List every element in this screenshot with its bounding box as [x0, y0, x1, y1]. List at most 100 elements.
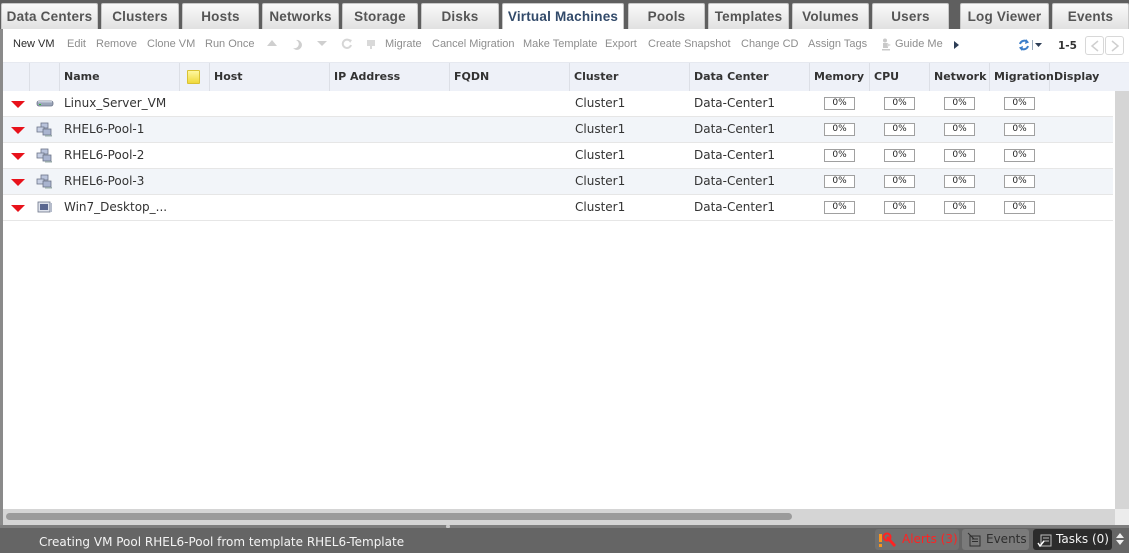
table-row[interactable]: Linux_Server_VM Cluster1 Data-Center1 0%…: [3, 91, 1113, 117]
col-fqdn[interactable]: FQDN: [450, 63, 570, 91]
status-down-icon: [11, 205, 25, 212]
tab-volumes[interactable]: Volumes: [792, 3, 869, 29]
tab-events[interactable]: Events: [1052, 3, 1129, 29]
horizontal-scroll-thumb[interactable]: [6, 513, 792, 520]
vm-data-center: Data-Center1: [694, 148, 776, 162]
tasks-icon: [1037, 534, 1052, 548]
clone-vm-button[interactable]: Clone VM: [147, 38, 195, 50]
guide-me-button[interactable]: Guide Me: [895, 38, 943, 50]
tab-storage[interactable]: Storage: [342, 3, 418, 29]
col-memory[interactable]: Memory: [810, 63, 870, 91]
alert-wrench-icon: [879, 532, 896, 547]
reboot-icon[interactable]: [340, 38, 354, 52]
col-host[interactable]: Host: [210, 63, 330, 91]
tab-virtual-machines[interactable]: Virtual Machines: [502, 3, 624, 30]
vm-data-center: Data-Center1: [694, 174, 776, 188]
network-usage-bar: 0%: [944, 175, 975, 188]
events-button[interactable]: Events: [962, 529, 1029, 550]
migration-progress-bar: 0%: [1004, 123, 1035, 136]
col-ip-address[interactable]: IP Address: [330, 63, 450, 91]
tab-clusters[interactable]: Clusters: [101, 3, 179, 29]
tab-networks[interactable]: Networks: [262, 3, 339, 29]
make-template-button[interactable]: Make Template: [523, 38, 597, 50]
tab-pools[interactable]: Pools: [628, 3, 705, 29]
change-cd-button[interactable]: Change CD: [741, 38, 798, 50]
tab-templates[interactable]: Templates: [708, 3, 789, 29]
refresh-icon: [1019, 39, 1029, 51]
cpu-usage-bar: 0%: [884, 201, 915, 214]
status-down-icon: [11, 127, 25, 134]
footer-top-border: [0, 525, 1129, 528]
table-row[interactable]: Win7_Desktop_... Cluster1 Data-Center1 0…: [3, 195, 1113, 221]
col-name[interactable]: Name: [60, 63, 180, 91]
tab-log-viewer[interactable]: Log Viewer: [960, 3, 1049, 29]
pool-vm-icon: [36, 122, 54, 137]
col-cpu[interactable]: CPU: [870, 63, 930, 91]
create-snapshot-button[interactable]: Create Snapshot: [648, 38, 731, 50]
migration-progress-bar: 0%: [1004, 97, 1035, 110]
vertical-scrollbar[interactable]: [1115, 91, 1129, 509]
vm-cluster: Cluster1: [575, 96, 626, 110]
memory-usage-bar: 0%: [824, 149, 855, 162]
scrollbar-corner: [1115, 509, 1129, 525]
col-status[interactable]: [3, 63, 30, 91]
events-icon: [967, 532, 981, 547]
more-actions-arrow-icon[interactable]: [954, 41, 959, 49]
vm-name[interactable]: RHEL6-Pool-3: [64, 169, 144, 194]
console-icon[interactable]: [364, 38, 378, 52]
table-row[interactable]: RHEL6-Pool-2 Cluster1 Data-Center1 0% 0%…: [3, 143, 1113, 169]
assign-tags-button[interactable]: Assign Tags: [808, 38, 867, 50]
cancel-migration-button[interactable]: Cancel Migration: [432, 38, 515, 50]
tab-users[interactable]: Users: [872, 3, 949, 29]
pool-vm-icon: [36, 148, 54, 163]
table-row[interactable]: RHEL6-Pool-1 Cluster1 Data-Center1 0% 0%…: [3, 117, 1113, 143]
run-icon[interactable]: [265, 38, 279, 52]
remove-button[interactable]: Remove: [96, 38, 137, 50]
migration-progress-bar: 0%: [1004, 149, 1035, 162]
last-task-message: Creating VM Pool RHEL6-Pool from templat…: [39, 535, 405, 549]
pager-range: 1-5: [1058, 40, 1077, 52]
prev-page-button[interactable]: [1085, 36, 1104, 55]
events-label: Events: [986, 532, 1027, 546]
tab-disks[interactable]: Disks: [421, 3, 499, 29]
vm-name[interactable]: RHEL6-Pool-1: [64, 117, 144, 142]
col-display[interactable]: Display: [1050, 63, 1129, 91]
footer-splitter-handle[interactable]: [446, 525, 450, 528]
vm-name[interactable]: RHEL6-Pool-2: [64, 143, 144, 168]
refresh-button[interactable]: [1018, 38, 1044, 52]
col-migration[interactable]: Migration: [990, 63, 1054, 91]
memory-usage-bar: 0%: [824, 123, 855, 136]
chevron-right-icon: [1111, 40, 1120, 52]
vm-data-center: Data-Center1: [694, 200, 776, 214]
cpu-usage-bar: 0%: [884, 97, 915, 110]
network-usage-bar: 0%: [944, 123, 975, 136]
col-network[interactable]: Network: [930, 63, 990, 91]
network-usage-bar: 0%: [944, 149, 975, 162]
table-row[interactable]: RHEL6-Pool-3 Cluster1 Data-Center1 0% 0%…: [3, 169, 1113, 195]
vm-name[interactable]: Linux_Server_VM: [64, 91, 166, 116]
tab-data-centers[interactable]: Data Centers: [1, 3, 98, 29]
col-comment[interactable]: [180, 63, 210, 91]
suspend-icon[interactable]: [290, 38, 304, 52]
horizontal-scrollbar[interactable]: [3, 509, 1115, 525]
memory-usage-bar: 0%: [824, 201, 855, 214]
col-type[interactable]: [30, 63, 60, 91]
network-usage-bar: 0%: [944, 97, 975, 110]
desktop-vm-icon: [36, 200, 54, 215]
footer-expand-collapse-icon[interactable]: [1115, 531, 1125, 547]
alerts-button[interactable]: Alerts (3): [875, 529, 959, 550]
export-button[interactable]: Export: [605, 38, 637, 50]
vm-name[interactable]: Win7_Desktop_...: [64, 195, 167, 220]
col-data-center[interactable]: Data Center: [690, 63, 810, 91]
next-page-button[interactable]: [1105, 36, 1124, 55]
tab-hosts[interactable]: Hosts: [182, 3, 259, 29]
new-vm-button[interactable]: New VM: [13, 38, 55, 50]
shutdown-icon[interactable]: [315, 38, 329, 52]
edit-button[interactable]: Edit: [67, 38, 86, 50]
vm-cluster: Cluster1: [575, 122, 626, 136]
server-vm-icon: [36, 96, 54, 111]
run-once-button[interactable]: Run Once: [205, 38, 255, 50]
col-cluster[interactable]: Cluster: [570, 63, 690, 91]
migrate-button[interactable]: Migrate: [385, 38, 422, 50]
tasks-button[interactable]: Tasks (0): [1033, 529, 1112, 550]
